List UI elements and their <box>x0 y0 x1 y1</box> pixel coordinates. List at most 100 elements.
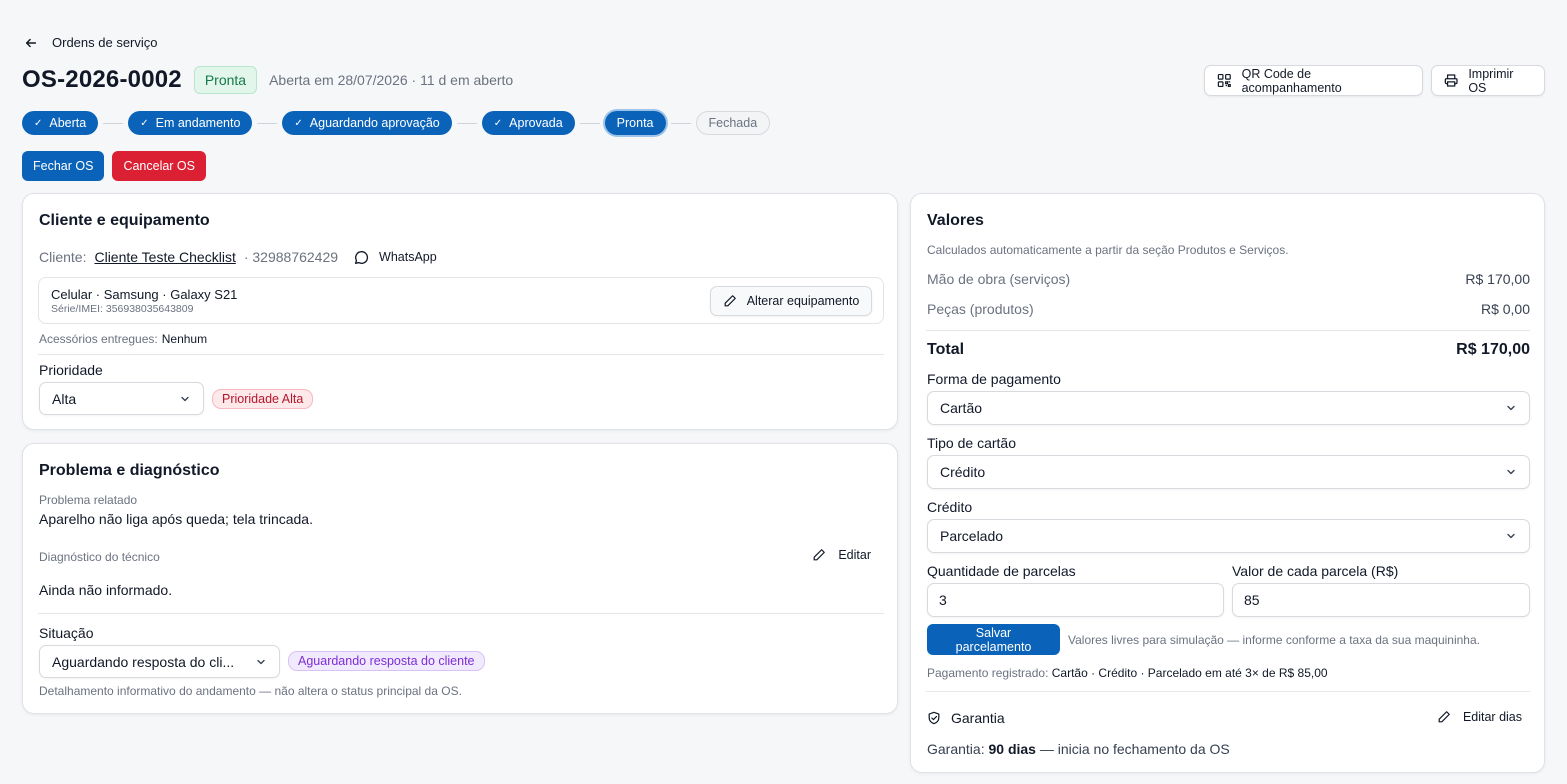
chevron-down-icon <box>1507 405 1515 411</box>
edit-diagnosis-button[interactable]: Editar <box>812 548 871 562</box>
client-label: Cliente: <box>39 249 87 265</box>
save-installments-button[interactable]: Salvar parcelamento <box>927 624 1060 655</box>
status-badge: Pronta <box>193 66 258 94</box>
equipment-serial: Série/IMEI: 356938035643809 <box>51 303 194 315</box>
change-equipment-label: Alterar equipamento <box>746 294 860 308</box>
print-button[interactable]: Imprimir OS <box>1431 65 1545 96</box>
situation-note: Detalhamento informativo do andamento — … <box>39 684 462 698</box>
step-connector <box>456 122 477 124</box>
step-label: Pronta <box>616 116 654 130</box>
client-name-link[interactable]: Cliente Teste Checklist <box>94 249 235 265</box>
priority-label: Prioridade <box>39 362 103 378</box>
situation-value: Aguardando resposta do cli... <box>52 653 235 670</box>
warranty-info: Garantia: 90 dias — inicia no fechamento… <box>927 741 1230 757</box>
installment-value: 85 <box>1244 592 1260 608</box>
labor-value: R$ 170,00 <box>1465 271 1530 287</box>
step-label: Aberta <box>49 116 87 130</box>
parts-label: Peças (produtos) <box>927 301 1034 317</box>
check-icon: ✓ <box>140 117 149 129</box>
step-aberta[interactable]: ✓ Aberta <box>22 111 99 135</box>
qr-code-button[interactable]: QR Code de acompanhamento <box>1204 65 1423 96</box>
step-connector <box>670 122 691 124</box>
step-label: Aguardando aprovação <box>309 116 440 130</box>
step-pronta[interactable]: Pronta <box>604 111 666 135</box>
step-connector <box>579 122 600 124</box>
qr-code-label: QR Code de acompanhamento <box>1241 66 1342 95</box>
parts-row: Peças (produtos) R$ 0,00 <box>927 301 1530 317</box>
priority-select[interactable]: Alta <box>39 382 204 415</box>
diagnosis-value: Ainda não informado. <box>39 582 173 598</box>
installments-value: 3 <box>939 592 947 608</box>
close-os-button[interactable]: Fechar OS <box>22 151 105 181</box>
credit-label: Crédito <box>927 499 973 515</box>
edit-warranty-label: Editar dias <box>1462 710 1522 724</box>
chevron-down-icon <box>181 396 189 401</box>
warranty-days: 90 dias <box>988 741 1036 757</box>
print-label: Imprimir OS <box>1468 66 1514 95</box>
registered-label: Pagamento registrado: <box>927 666 1049 680</box>
pencil-icon <box>724 295 736 307</box>
chevron-down-icon <box>1507 533 1515 539</box>
step-label: Fechada <box>708 116 758 130</box>
card-title: Valores <box>927 212 984 229</box>
accessories-value: Nenhum <box>161 332 208 346</box>
installment-value-label: Valor de cada parcela (R$) <box>1232 563 1399 579</box>
step-connector <box>103 122 124 124</box>
edit-warranty-button[interactable]: Editar dias <box>1437 710 1522 724</box>
payment-select[interactable]: Cartão <box>927 391 1530 425</box>
accessories-label: Acessórios entregues: <box>39 332 158 346</box>
card-title: Problema e diagnóstico <box>39 462 220 479</box>
card-title: Cliente e equipamento <box>39 212 210 229</box>
cancel-os-button[interactable]: Cancelar OS <box>112 151 206 181</box>
chevron-down-icon <box>257 659 265 664</box>
save-hint: Valores livres para simulação — informe … <box>1068 633 1480 647</box>
total-label: Total <box>927 341 965 358</box>
credit-value: Parcelado <box>940 528 1004 544</box>
card-type-select[interactable]: Crédito <box>927 455 1530 489</box>
back-label: Ordens de serviço <box>52 35 158 50</box>
warranty-suffix: — inicia no fechamento da OS <box>1039 741 1230 757</box>
installments-input[interactable]: 3 <box>927 583 1224 617</box>
equipment-box: Celular · Samsung · Galaxy S21 Série/IME… <box>38 277 884 324</box>
installment-value-input[interactable]: 85 <box>1232 583 1530 617</box>
change-equipment-button[interactable]: Alterar equipamento <box>710 286 872 316</box>
registered-payment: Pagamento registrado: Cartão · Crédito ·… <box>927 666 1328 680</box>
divider <box>38 354 884 355</box>
client-phone: · 32988762429 <box>243 249 339 265</box>
parts-value: R$ 0,00 <box>1480 301 1530 317</box>
situation-select[interactable]: Aguardando resposta do cli... <box>39 645 280 678</box>
back-link[interactable]: Ordens de serviço <box>24 35 158 50</box>
step-em-andamento[interactable]: ✓ Em andamento <box>128 111 253 135</box>
client-equipment-card: Cliente e equipamento Cliente: Cliente T… <box>22 193 898 430</box>
page-title: OS-2026-0002 <box>22 66 182 93</box>
check-icon: ✓ <box>294 117 303 129</box>
step-aguardando-aprovacao[interactable]: ✓ Aguardando aprovação <box>282 111 452 135</box>
values-subtitle: Calculados automaticamente a partir da s… <box>927 243 1289 257</box>
payment-label: Forma de pagamento <box>927 371 1061 387</box>
payment-value: Cartão <box>940 400 983 416</box>
problem-diagnosis-card: Problema e diagnóstico Problema relatado… <box>22 443 898 714</box>
check-icon: ✓ <box>493 117 503 129</box>
reported-label: Problema relatado <box>39 493 138 507</box>
diagnosis-label: Diagnóstico do técnico <box>39 550 160 564</box>
credit-select[interactable]: Parcelado <box>927 519 1530 553</box>
printer-icon <box>1444 74 1458 87</box>
step-connector <box>257 122 278 124</box>
whatsapp-link[interactable]: WhatsApp <box>354 250 437 265</box>
step-aprovada[interactable]: ✓ Aprovada <box>481 111 575 135</box>
warranty-title: Garantia <box>951 710 1005 726</box>
installments-label: Quantidade de parcelas <box>927 563 1076 579</box>
qr-code-icon <box>1217 73 1231 88</box>
card-type-label: Tipo de cartão <box>927 435 1016 451</box>
shield-check-icon <box>928 711 940 725</box>
values-card: Valores Calculados automaticamente a par… <box>910 193 1545 773</box>
step-fechada[interactable]: Fechada <box>695 111 771 135</box>
opened-info: Aberta em 28/07/2026 · 11 d em aberto <box>269 72 514 88</box>
client-row: Cliente: Cliente Teste Checklist · 32988… <box>39 249 437 265</box>
title-row: OS-2026-0002 Pronta Aberta em 28/07/2026… <box>22 66 513 94</box>
top-actions: QR Code de acompanhamento Imprimir OS <box>1204 65 1545 96</box>
total-row: Total R$ 170,00 <box>927 341 1530 359</box>
pencil-icon <box>813 549 826 561</box>
os-actions: Fechar OS Cancelar OS <box>22 151 206 181</box>
accessories-row: Acessórios entregues: Nenhum <box>39 332 207 346</box>
